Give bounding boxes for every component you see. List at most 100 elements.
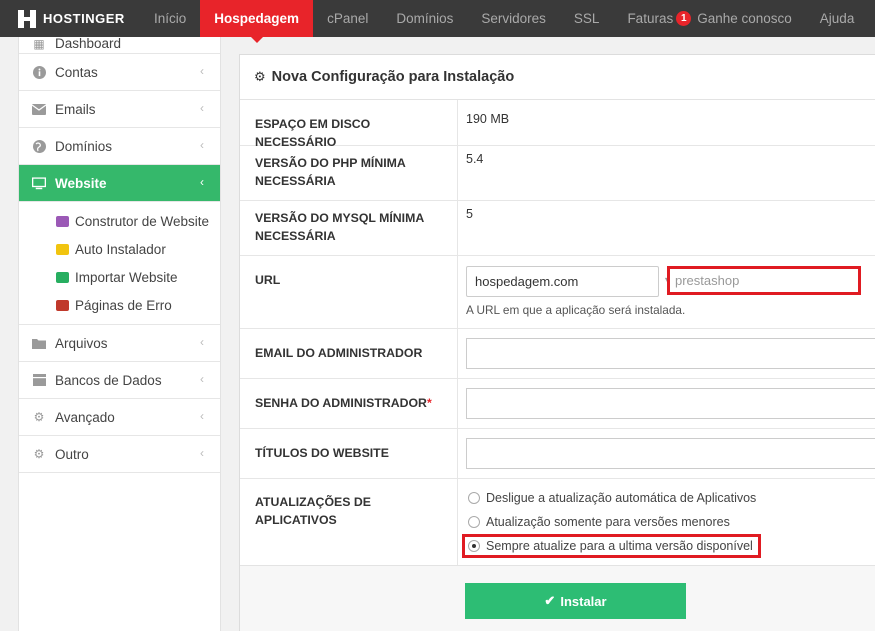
- submenu-item-label: Auto Instalador: [75, 241, 166, 257]
- panel-header: ⚙ Nova Configuração para Instalação: [240, 55, 875, 100]
- hostinger-logo[interactable]: HOSTINGER: [0, 0, 140, 37]
- submenu-item-importar[interactable]: Importar Website: [56, 263, 220, 291]
- admin-password-row: SENHA DO ADMINISTRADOR*: [240, 379, 875, 429]
- chevron-left-icon: ‹: [200, 138, 204, 152]
- folder-icon: [32, 336, 46, 350]
- monitor-icon: [32, 176, 46, 190]
- sidebar-item-label: Domínios: [55, 138, 113, 154]
- column-divider: [457, 479, 458, 569]
- mysql-version-label: VERSÃO DO MYSQL MÍNIMA NECESSÁRIA: [255, 211, 424, 243]
- top-navigation: HOSTINGER Início Hospedagem cPanel Domín…: [0, 0, 875, 43]
- sidebar-item-dashboard[interactable]: ▦ Dashboard: [19, 37, 220, 54]
- sidebar-item-bancos-de-dados[interactable]: Bancos de Dados ‹: [19, 362, 220, 399]
- nav-hospedagem[interactable]: Hospedagem: [200, 0, 314, 43]
- url-label: URL: [255, 273, 281, 287]
- logo-text: HOSTINGER: [43, 11, 125, 26]
- envelope-icon: [32, 102, 46, 116]
- sidebar-item-arquivos[interactable]: Arquivos ‹: [19, 325, 220, 362]
- nav-servidores[interactable]: Servidores: [467, 0, 560, 37]
- column-divider: [457, 429, 458, 478]
- sidebar-item-emails[interactable]: Emails ‹: [19, 91, 220, 128]
- nav-faturas-label: Faturas: [627, 11, 674, 26]
- admin-email-field[interactable]: [466, 338, 875, 369]
- column-divider: [457, 100, 458, 145]
- nav-inicio[interactable]: Início: [140, 0, 200, 37]
- installation-panel: ⚙ Nova Configuração para Instalação ESPA…: [239, 54, 875, 631]
- nav-ssl[interactable]: SSL: [560, 0, 614, 37]
- cogs-icon: ⚙: [254, 69, 266, 84]
- panel-footer: ✔ Instalar: [240, 565, 875, 631]
- sidebar-item-label: Bancos de Dados: [55, 372, 162, 388]
- update-option-off[interactable]: Desligue a atualização automática de Apl…: [468, 491, 756, 505]
- disk-space-value: 190 MB: [466, 112, 510, 126]
- install-button[interactable]: ✔ Instalar: [465, 583, 686, 619]
- required-marker: *: [426, 396, 432, 410]
- nav-ganhe-conosco[interactable]: Ganhe conosco: [691, 0, 806, 37]
- submenu-item-label: Importar Website: [75, 269, 178, 285]
- check-icon: ✔: [544, 593, 556, 608]
- sidebar-item-label: Avançado: [55, 409, 115, 425]
- update-option-always[interactable]: Sempre atualize para a ultima versão dis…: [468, 539, 753, 553]
- radio-button[interactable]: [468, 492, 480, 504]
- update-option-label: Sempre atualize para a ultima versão dis…: [486, 539, 753, 553]
- sidebar-item-outro[interactable]: ⚙ Outro ‹: [19, 436, 220, 473]
- website-titles-field[interactable]: [466, 438, 875, 469]
- chevron-left-icon: ‹: [200, 101, 204, 115]
- admin-password-label-wrap: SENHA DO ADMINISTRADOR*: [255, 394, 445, 412]
- builder-icon: [56, 215, 69, 227]
- nav-dominios[interactable]: Domínios: [382, 0, 467, 37]
- domain-select[interactable]: hospedagem.com ▼: [466, 266, 672, 297]
- admin-password-field[interactable]: [466, 388, 875, 419]
- cogs-icon: ⚙: [33, 410, 45, 424]
- url-help-text: A URL em que a aplicação será instalada.: [466, 303, 686, 317]
- mysql-version-value: 5: [466, 207, 473, 221]
- sidebar-item-dominios[interactable]: Domínios ‹: [19, 128, 220, 165]
- chevron-left-icon: ‹: [200, 64, 204, 78]
- sidebar-item-label: Arquivos: [55, 335, 108, 351]
- php-version-row: VERSÃO DO PHP MÍNIMA NECESSÁRIA 5.4: [240, 146, 875, 201]
- php-version-label: VERSÃO DO PHP MÍNIMA NECESSÁRIA: [255, 156, 406, 188]
- chevron-left-icon: ‹: [200, 335, 204, 349]
- website-titles-label: TÍTULOS DO WEBSITE: [255, 446, 389, 460]
- app-updates-label: ATUALIZAÇÕES DE APLICATIVOS: [255, 495, 371, 527]
- nav-faturas[interactable]: Faturas 1: [613, 0, 692, 37]
- update-option-label: Desligue a atualização automática de Apl…: [486, 491, 757, 505]
- radio-button[interactable]: [468, 516, 480, 528]
- sidebar-item-label: Outro: [55, 446, 89, 462]
- sidebar-item-label: Contas: [55, 64, 98, 80]
- admin-email-row: EMAIL DO ADMINISTRADOR: [240, 329, 875, 379]
- gear-icon: ⚙: [33, 447, 45, 461]
- column-divider: [457, 329, 458, 378]
- radio-button-selected[interactable]: [468, 540, 480, 552]
- submenu-item-paginas-erro[interactable]: Páginas de Erro: [56, 291, 220, 319]
- hostinger-logo-icon: [18, 9, 36, 28]
- sidebar: ▦ Dashboard Contas ‹ Emails ‹ Domínios ‹…: [18, 37, 221, 631]
- sidebar-item-contas[interactable]: Contas ‹: [19, 54, 220, 91]
- website-titles-row: TÍTULOS DO WEBSITE: [240, 429, 875, 479]
- sidebar-item-avancado[interactable]: ⚙ Avançado ‹: [19, 399, 220, 436]
- url-row: URL hospedagem.com ▼ prestashop A URL em…: [240, 256, 875, 329]
- admin-email-label: EMAIL DO ADMINISTRADOR: [255, 346, 423, 360]
- update-option-minor[interactable]: Atualização somente para versões menores: [468, 515, 730, 529]
- column-divider: [457, 201, 458, 255]
- column-divider: [457, 379, 458, 428]
- url-path-input[interactable]: prestashop: [667, 266, 861, 295]
- submenu-item-auto-instalador[interactable]: Auto Instalador: [56, 235, 220, 263]
- nav-ajuda[interactable]: Ajuda: [806, 0, 869, 37]
- submenu-item-construtor[interactable]: Construtor de Website: [56, 207, 220, 235]
- database-icon: [32, 373, 46, 387]
- nav-cpanel[interactable]: cPanel: [313, 0, 382, 37]
- sidebar-item-label: Dashboard: [55, 37, 122, 51]
- chevron-left-icon: ‹: [200, 409, 204, 423]
- url-path-placeholder: prestashop: [675, 273, 740, 288]
- chevron-left-icon: ‹: [200, 446, 204, 460]
- chevron-left-icon: ‹: [200, 175, 204, 189]
- dashboard-icon: ▦: [33, 37, 45, 51]
- sidebar-item-label: Website: [55, 175, 107, 191]
- globe-icon: [32, 139, 46, 153]
- update-option-label: Atualização somente para versões menores: [486, 515, 730, 529]
- column-divider: [457, 256, 458, 328]
- column-divider: [457, 146, 458, 200]
- disk-space-row: ESPAÇO EM DISCO NECESSÁRIO 190 MB: [240, 100, 875, 149]
- sidebar-item-website[interactable]: Website ‹: [19, 165, 220, 202]
